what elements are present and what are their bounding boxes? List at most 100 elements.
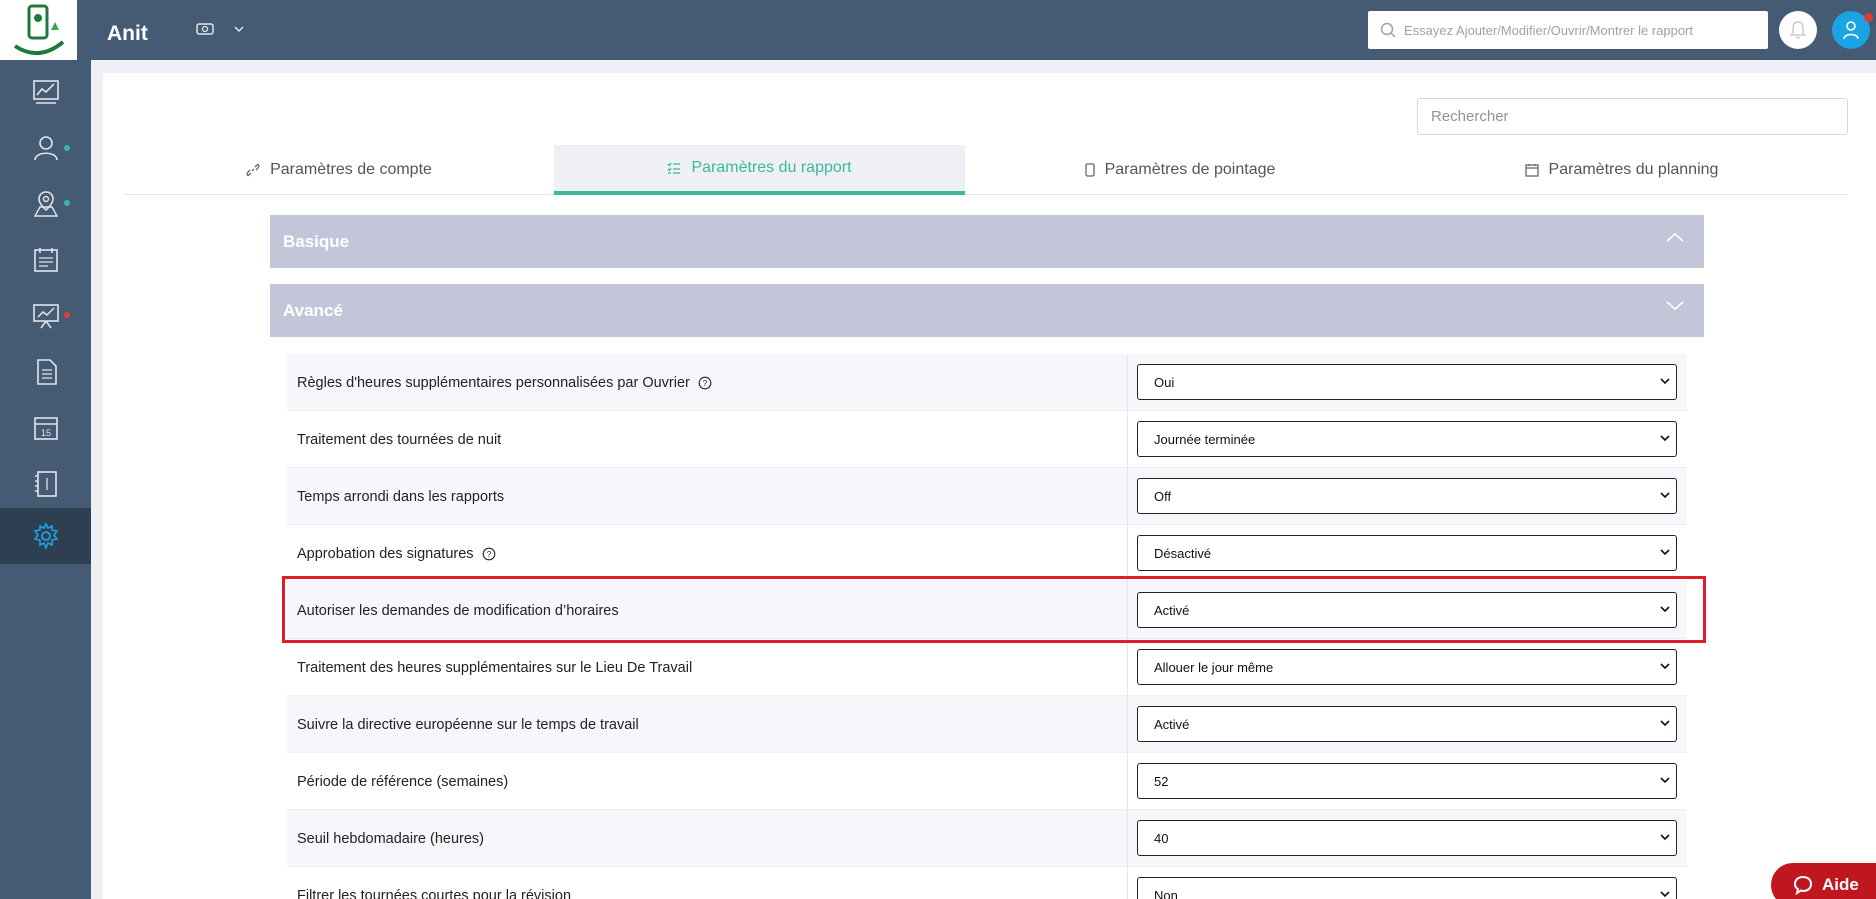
setting-label-wrap: Traitement des tournées de nuit [297, 411, 501, 468]
notebook-icon [34, 471, 57, 497]
chevron-down-icon [1660, 777, 1670, 784]
select-value: Journée terminée [1154, 431, 1256, 447]
row-divider [1127, 867, 1128, 899]
sidebar-item-notebook[interactable] [0, 456, 91, 512]
app-logo[interactable] [0, 0, 77, 60]
link-icon [246, 163, 260, 177]
status-dot [64, 145, 70, 151]
status-dot [64, 312, 70, 318]
setting-select[interactable]: Journée terminée [1137, 421, 1677, 457]
setting-row: Traitement des heures supplémentaires su… [287, 639, 1687, 696]
select-value: Oui [1154, 374, 1175, 390]
setting-label: Suivre la directive européenne sur le te… [297, 716, 639, 733]
setting-select[interactable]: Désactivé [1137, 535, 1677, 571]
chevron-down-icon [1660, 549, 1670, 556]
row-divider [1127, 696, 1128, 753]
chevron-down-icon [1660, 891, 1670, 898]
status-dot [64, 200, 70, 206]
tab-report-settings[interactable]: Paramètres du rapport [554, 145, 965, 195]
setting-label-wrap: Traitement des heures supplémentaires su… [297, 639, 692, 696]
sidebar-item-documents[interactable] [0, 344, 91, 400]
setting-row-highlighted: Autoriser les demandes de modification d… [287, 582, 1687, 639]
select-value: Allouer le jour même [1154, 659, 1274, 675]
sidebar: 15 [0, 60, 91, 899]
row-divider [1127, 582, 1128, 639]
setting-label-wrap: Filtrer les tournées courtes pour la rév… [297, 867, 571, 899]
setting-row: Filtrer les tournées courtes pour la rév… [287, 867, 1687, 899]
calendar-15-icon: 15 [33, 417, 58, 440]
setting-select[interactable]: Oui [1137, 364, 1677, 400]
sidebar-item-reports[interactable] [0, 288, 91, 344]
sidebar-item-users[interactable] [0, 120, 91, 176]
setting-select[interactable]: 40 [1137, 820, 1677, 856]
setting-label-wrap: Règles d'heures supplémentaires personna… [297, 354, 712, 411]
advanced-settings-list: Règles d'heures supplémentaires personna… [270, 337, 1704, 899]
tab-clocking-settings[interactable]: Paramètres de pointage [965, 145, 1395, 195]
help-icon[interactable]: ? [698, 376, 712, 390]
settings-gear-icon [33, 522, 58, 550]
setting-select[interactable]: 52 [1137, 763, 1677, 799]
section-basic-header[interactable]: Basique [270, 215, 1704, 268]
setting-row: Traitement des tournées de nuit Journée … [287, 411, 1687, 468]
tab-label: Paramètres du rapport [691, 159, 852, 176]
tab-account-settings[interactable]: Paramètres de compte [124, 145, 554, 195]
chevron-down-icon [1660, 378, 1670, 385]
notifications-button[interactable] [1779, 11, 1817, 49]
sidebar-item-settings[interactable] [0, 508, 91, 564]
chevron-down-icon [1666, 301, 1684, 311]
setting-label: Temps arrondi dans les rapports [297, 488, 505, 505]
setting-row: Temps arrondi dans les rapports Off [287, 468, 1687, 525]
document-icon [36, 359, 57, 385]
row-divider [1127, 411, 1128, 468]
setting-select[interactable]: Allouer le jour même [1137, 649, 1677, 685]
setting-select[interactable]: Activé [1137, 706, 1677, 742]
settings-search[interactable] [1417, 98, 1848, 135]
dashboard-chart-icon [32, 80, 59, 104]
search-icon [1380, 22, 1396, 38]
chat-bubble-icon [1793, 875, 1813, 895]
tab-label: Paramètres de compte [270, 161, 432, 178]
money-icon [196, 23, 214, 35]
help-button-label: Aide [1822, 875, 1859, 894]
setting-row: Approbation des signatures ? Désactivé [287, 525, 1687, 582]
select-value: 40 [1154, 830, 1169, 846]
setting-label-wrap: Approbation des signatures ? [297, 525, 496, 582]
setting-label: Approbation des signatures [297, 545, 474, 562]
section-title: Avancé [283, 300, 343, 320]
setting-label: Seuil hebdomadaire (heures) [297, 830, 484, 847]
setting-label-wrap: Suivre la directive européenne sur le te… [297, 696, 639, 753]
row-divider [1127, 525, 1128, 582]
chevron-down-icon [1660, 435, 1670, 442]
setting-select[interactable]: Off [1137, 478, 1677, 514]
setting-label: Période de référence (semaines) [297, 773, 509, 790]
setting-select[interactable]: Non [1137, 877, 1677, 899]
global-search[interactable] [1368, 11, 1768, 49]
section-advanced-header[interactable]: Avancé [270, 284, 1704, 337]
row-divider [1127, 468, 1128, 525]
sidebar-item-locations[interactable] [0, 176, 91, 232]
help-icon[interactable]: ? [482, 547, 496, 561]
setting-select[interactable]: Activé [1137, 592, 1677, 628]
svg-text:?: ? [486, 550, 491, 559]
map-pin-icon [33, 191, 58, 217]
tab-planning-settings[interactable]: Paramètres du planning [1395, 145, 1848, 195]
help-chat-button[interactable]: Aide [1771, 863, 1876, 899]
row-divider [1127, 810, 1128, 867]
sidebar-item-schedule[interactable] [0, 232, 91, 288]
sidebar-item-dashboard[interactable] [0, 64, 91, 120]
phone-icon [1084, 163, 1095, 177]
calendar-list-icon [33, 248, 58, 272]
global-search-input[interactable] [1404, 22, 1754, 38]
settings-search-input[interactable] [1431, 108, 1831, 125]
setting-label-wrap: Autoriser les demandes de modification d… [297, 582, 619, 639]
sidebar-item-calendar[interactable]: 15 [0, 400, 91, 456]
select-value: Désactivé [1154, 545, 1212, 561]
svg-text:15: 15 [40, 428, 50, 438]
app-name: Anit [107, 22, 148, 45]
currency-switcher[interactable] [196, 22, 244, 36]
setting-label-wrap: Seuil hebdomadaire (heures) [297, 810, 484, 867]
row-divider [1127, 639, 1128, 696]
setting-row: Suivre la directive européenne sur le te… [287, 696, 1687, 753]
logo-icon [13, 4, 64, 55]
chevron-down-icon [234, 26, 244, 33]
